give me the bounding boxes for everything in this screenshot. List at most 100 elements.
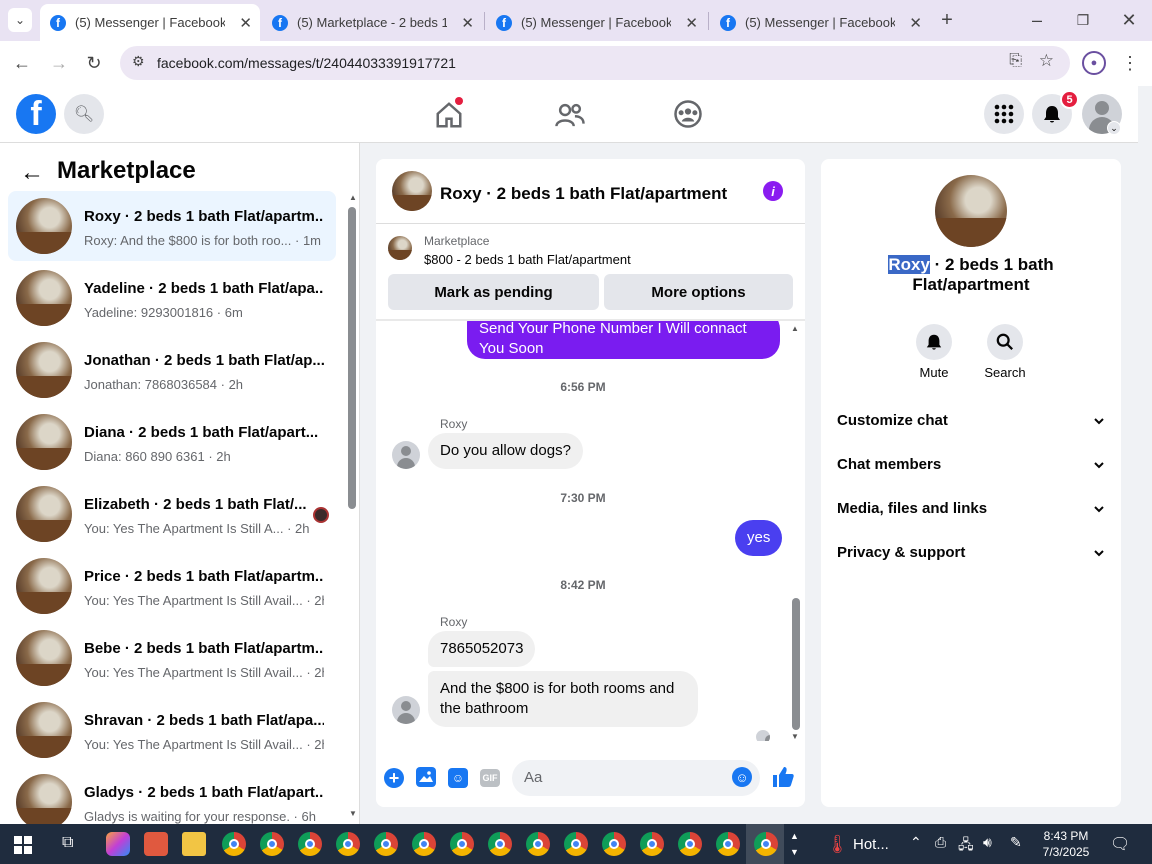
file-explorer-icon[interactable] [182, 832, 206, 856]
photo-icon[interactable] [416, 767, 436, 787]
chrome-taskbar-icon[interactable] [716, 832, 740, 856]
conversation-item[interactable]: Shravan · 2 beds 1 bath Flat/apa... You: … [8, 695, 336, 765]
install-app-icon[interactable]: ⎘ [1009, 52, 1022, 70]
tab-messenger-3[interactable]: f (5) Messenger | Facebook ✕ [710, 4, 930, 41]
task-view-icon[interactable]: ⧉ [62, 834, 73, 852]
chrome-taskbar-icon[interactable] [222, 832, 246, 856]
chrome-taskbar-icon[interactable] [412, 832, 436, 856]
customize-chat-section[interactable]: Customize chat [837, 412, 1105, 436]
facebook-favicon-icon: f [272, 14, 288, 31]
search-in-chat-icon[interactable] [987, 324, 1023, 360]
copilot-icon[interactable] [106, 832, 130, 856]
bookmark-star-icon[interactable]: ☆ [1039, 51, 1054, 71]
conversation-item[interactable]: Yadeline · 2 beds 1 bath Flat/apa... Yade… [8, 263, 336, 333]
tab-separator [484, 12, 485, 30]
restore-icon[interactable]: ❐ [1071, 8, 1095, 32]
taskbar-scroll-arrows[interactable]: ▲ ▼ [790, 828, 799, 860]
message-input[interactable]: Aa ☺ [512, 760, 760, 796]
friends-icon[interactable] [554, 100, 586, 135]
tray-chevron-icon[interactable]: ⌃ [910, 834, 922, 851]
conversation-item[interactable]: Bebe · 2 beds 1 bath Flat/apartm... You: … [8, 623, 336, 693]
conversation-item[interactable]: Diana · 2 beds 1 bath Flat/apart... Diana… [8, 407, 336, 477]
gif-icon[interactable]: GIF [480, 769, 500, 787]
listing-thumbnail [16, 342, 72, 398]
windows-start-icon[interactable] [14, 836, 32, 859]
address-bar[interactable]: ⚙ facebook.com/messages/t/24044033391917… [120, 46, 1070, 80]
chrome-taskbar-icon[interactable] [260, 832, 284, 856]
minimize-icon[interactable]: – [1025, 8, 1049, 32]
search-icon[interactable]: 🔍︎ [64, 94, 104, 134]
conversation-item[interactable]: Price · 2 beds 1 bath Flat/apartm... You:… [8, 551, 336, 621]
add-icon[interactable]: + [384, 768, 404, 788]
chat-header-thumb[interactable] [392, 171, 432, 211]
chrome-taskbar-icon[interactable] [640, 832, 664, 856]
page-scrollbar[interactable] [1138, 143, 1152, 824]
back-icon[interactable]: ← [10, 51, 34, 75]
browser-menu-icon[interactable]: ⋮ [1118, 51, 1142, 75]
chrome-taskbar-icon[interactable] [602, 832, 626, 856]
chrome-taskbar-icon[interactable] [336, 832, 360, 856]
chrome-taskbar-icon[interactable] [754, 832, 778, 856]
sender-avatar[interactable] [392, 441, 420, 469]
mark-as-pending-button[interactable]: Mark as pending [388, 274, 599, 310]
close-tab-icon[interactable]: ✕ [909, 14, 922, 32]
profile-icon[interactable]: ● [1082, 51, 1106, 75]
groups-icon[interactable] [673, 99, 703, 134]
notification-center-icon[interactable]: 🗨︎ [1110, 834, 1130, 854]
info-icon[interactable]: i [763, 181, 783, 201]
listing-title[interactable]: $800 - 2 beds 1 bath Flat/apartment [424, 252, 631, 267]
chrome-taskbar-icon[interactable] [488, 832, 512, 856]
media-files-links-section[interactable]: Media, files and links [837, 500, 1105, 524]
back-arrow-icon[interactable]: ← [20, 159, 44, 187]
mute-label[interactable]: Mute [904, 365, 964, 380]
menu-grid-icon[interactable] [984, 94, 1024, 134]
system-clock[interactable]: 8:43 PM 7/3/2025 [1040, 828, 1092, 860]
conversation-item[interactable]: Jonathan · 2 beds 1 bath Flat/ap... Jonat… [8, 335, 336, 405]
network-icon[interactable]: 🖧︎ [958, 834, 974, 858]
emoji-icon[interactable]: ☺ [732, 767, 752, 787]
new-tab-icon[interactable]: + [935, 8, 959, 32]
chrome-taskbar-icon[interactable] [450, 832, 474, 856]
account-chevron-icon[interactable]: ⌄ [1107, 121, 1121, 135]
facebook-top-nav: f 🔍︎ 5 ⌄ [0, 86, 1138, 143]
chrome-taskbar-icon[interactable] [374, 832, 398, 856]
window-close-icon[interactable]: ✕ [1117, 8, 1141, 32]
mute-bell-icon[interactable] [916, 324, 952, 360]
volume-icon[interactable]: 🔊︎ [983, 834, 992, 851]
chat-profile-photo[interactable] [935, 175, 1007, 247]
close-tab-icon[interactable]: ✕ [239, 14, 252, 32]
chrome-taskbar-icon[interactable] [526, 832, 550, 856]
chat-list-scrollbar[interactable]: ▲ ▼ [347, 193, 357, 821]
thread-scrollbar[interactable]: ▲ ▼ [790, 324, 802, 744]
conversation-item[interactable]: Elizabeth · 2 beds 1 bath Flat/... You: Y… [8, 479, 336, 549]
tray-camera-icon[interactable]: ⎙ [935, 834, 946, 851]
tab-marketplace[interactable]: f (5) Marketplace - 2 beds 1 b ✕ [262, 4, 482, 41]
tab-messenger-1[interactable]: f (5) Messenger | Facebook ✕ [40, 4, 260, 41]
tab-search-icon[interactable]: ⌄ [8, 8, 32, 32]
forward-icon[interactable]: → [47, 51, 71, 75]
search-label[interactable]: Search [975, 365, 1035, 380]
close-tab-icon[interactable]: ✕ [461, 14, 474, 32]
browser-tab-bar: ⌄ f (5) Messenger | Facebook ✕ f (5) Mar… [0, 0, 1152, 41]
chat-header-title[interactable]: Roxy · 2 beds 1 bath Flat/apartment [440, 184, 727, 204]
chrome-taskbar-icon[interactable] [564, 832, 588, 856]
chrome-taskbar-icon[interactable] [678, 832, 702, 856]
sender-avatar[interactable] [392, 696, 420, 724]
home-icon[interactable] [434, 97, 464, 135]
tab-messenger-2[interactable]: f (5) Messenger | Facebook ✕ [486, 4, 706, 41]
sticker-icon[interactable]: ☺ [448, 768, 468, 788]
close-tab-icon[interactable]: ✕ [685, 14, 698, 32]
paint-icon[interactable] [144, 832, 168, 856]
facebook-logo-icon[interactable]: f [16, 94, 56, 134]
chrome-taskbar-icon[interactable] [298, 832, 322, 856]
conversation-item[interactable]: Roxy · 2 beds 1 bath Flat/apartm... Roxy:… [8, 191, 336, 261]
more-options-button[interactable]: More options [604, 274, 793, 310]
chat-members-section[interactable]: Chat members [837, 456, 1105, 480]
privacy-support-section[interactable]: Privacy & support [837, 544, 1105, 568]
like-thumb-icon[interactable] [771, 765, 795, 794]
site-info-icon[interactable]: ⚙ [132, 53, 145, 70]
weather-text[interactable]: Hot... [853, 836, 889, 853]
conversation-preview: Gladys is waiting for your response. · 6… [84, 809, 316, 824]
pen-icon[interactable]: ✎ [1010, 834, 1022, 851]
reload-icon[interactable]: ↻ [82, 51, 106, 75]
